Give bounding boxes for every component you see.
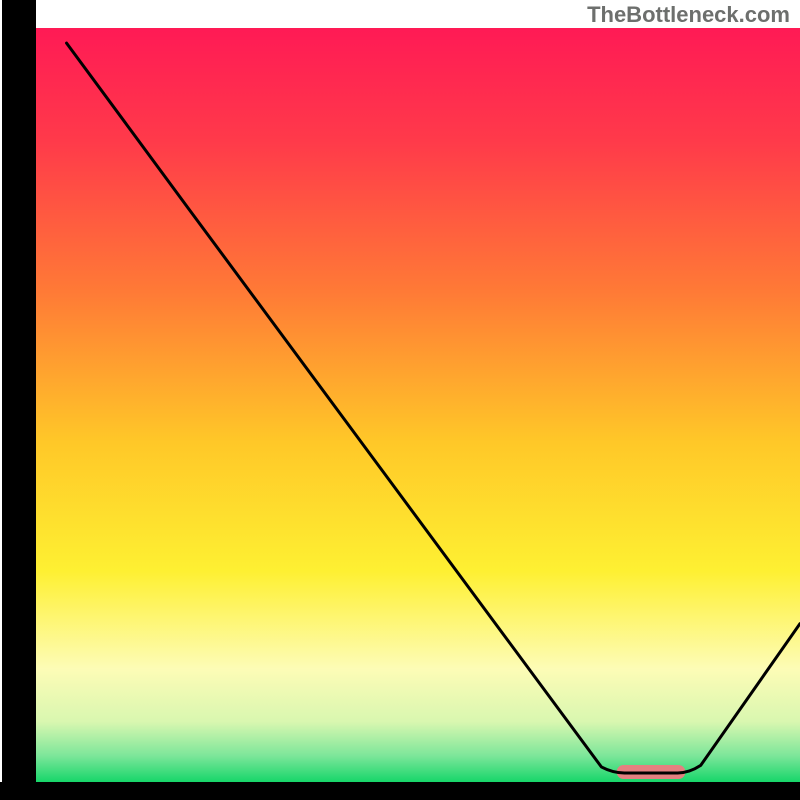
watermark-label: TheBottleneck.com	[587, 2, 790, 28]
y-axis-bar	[2, 0, 36, 800]
plot-area	[36, 28, 800, 782]
gradient-background	[36, 28, 800, 782]
chart-svg	[0, 0, 800, 800]
x-axis-bar	[0, 782, 800, 800]
chart-container: TheBottleneck.com	[0, 0, 800, 800]
